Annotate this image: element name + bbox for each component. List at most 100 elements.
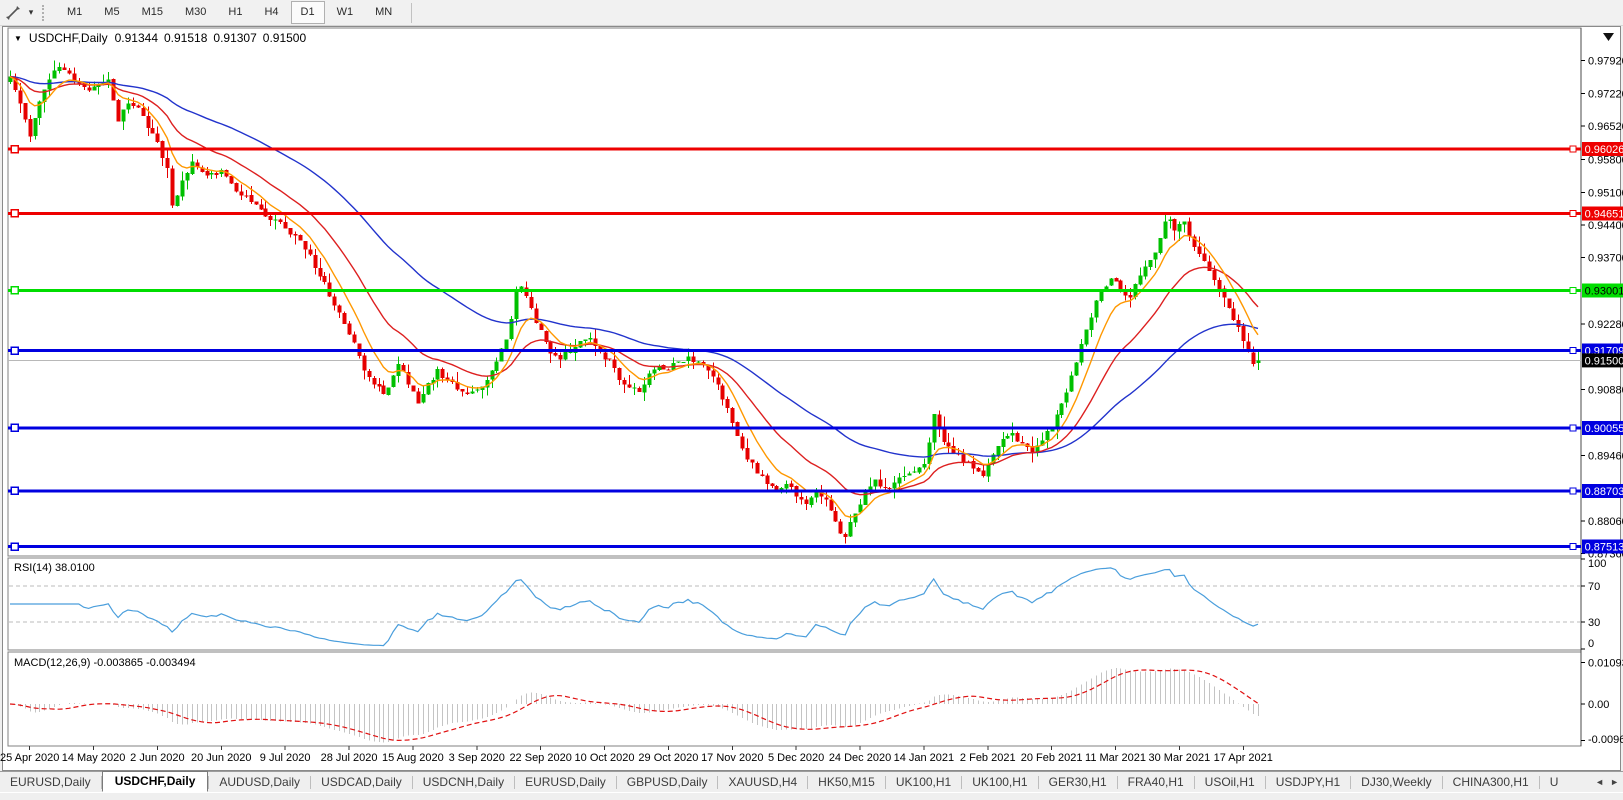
timeframe-button-mn[interactable]: MN <box>365 1 402 24</box>
rsi-tick-label: 100 <box>1588 558 1606 570</box>
symbol-tab-eurusd-daily[interactable]: EURUSD,Daily <box>515 773 616 792</box>
date-tick-label: 10 Oct 2020 <box>575 752 635 764</box>
tab-scroll-left-icon[interactable]: ◄ <box>1595 777 1604 787</box>
price-tick-label: 0.96520 <box>1588 121 1623 133</box>
date-tick-label: 20 Jun 2020 <box>191 752 252 764</box>
symbol-tab-hk50-m15[interactable]: HK50,M15 <box>808 773 885 792</box>
symbol-tab-audusd-daily[interactable]: AUDUSD,Daily <box>209 773 310 792</box>
level-anchor-left[interactable] <box>11 287 18 294</box>
date-tick-label: 25 Apr 2020 <box>0 752 59 764</box>
symbol-tab-bar: EURUSD,DailyUSDCHF,DailyAUDUSD,DailyUSDC… <box>0 771 1623 792</box>
macd-tick-label: -0.009653 <box>1588 734 1623 746</box>
level-anchor-right[interactable] <box>1570 544 1576 550</box>
price-tick-label: 0.97220 <box>1588 88 1623 100</box>
date-tick-label: 28 Jul 2020 <box>321 752 378 764</box>
tab-scroll-controls: ◄► <box>1595 777 1623 787</box>
price-chart-canvas[interactable]: 0.97920 0.97220 0.96520 0.95800 0.95100 0.944… <box>0 26 1623 771</box>
timeframe-button-h4[interactable]: H4 <box>254 1 288 24</box>
price-tick-label: 0.93700 <box>1588 253 1623 265</box>
symbol-tab-xauusd-h4[interactable]: XAUUSD,H4 <box>718 773 807 792</box>
timeframe-button-m5[interactable]: M5 <box>94 1 129 24</box>
tool-dropdown-icon[interactable]: ▾ <box>24 7 38 18</box>
rsi-tick-label: 0 <box>1588 638 1594 650</box>
symbol-tab-eurusd-daily[interactable]: EURUSD,Daily <box>0 773 101 792</box>
date-axis[interactable]: 25 Apr 202014 May 2020 2 Jun 2020 20 Jun 2… <box>0 746 1273 764</box>
symbol-tab-usdcnh-daily[interactable]: USDCNH,Daily <box>413 773 514 792</box>
level-anchor-left[interactable] <box>11 543 18 550</box>
date-tick-label: 14 May 2020 <box>62 752 126 764</box>
level-anchor-left[interactable] <box>11 210 18 217</box>
timeframe-button-m1[interactable]: M1 <box>57 1 92 24</box>
level-price-label: 0.94651 <box>1585 208 1623 220</box>
symbol-tab-dj30-weekly[interactable]: DJ30,Weekly <box>1351 773 1441 792</box>
tab-scroll-right-icon[interactable]: ► <box>1610 777 1619 787</box>
macd-tick-label: 0.00 <box>1588 699 1609 711</box>
symbol-tab-china300-h1[interactable]: CHINA300,H1 <box>1443 773 1539 792</box>
date-tick-label: 17 Apr 2021 <box>1214 752 1273 764</box>
symbol-tab-fra40-h1[interactable]: FRA40,H1 <box>1118 773 1194 792</box>
timeframe-button-d1[interactable]: D1 <box>291 1 325 24</box>
price-tick-label: 0.88060 <box>1588 516 1623 528</box>
date-tick-label: 20 Feb 2021 <box>1021 752 1083 764</box>
level-price-label: 0.90055 <box>1585 423 1623 435</box>
toolbar-separator <box>411 3 412 23</box>
symbol-tab-usdcad-daily[interactable]: USDCAD,Daily <box>311 773 412 792</box>
level-price-label: 0.96026 <box>1585 144 1623 156</box>
level-anchor-right[interactable] <box>1570 146 1576 152</box>
symbol-tab-uk100-h1[interactable]: UK100,H1 <box>886 773 961 792</box>
price-tick-label: 0.92280 <box>1588 319 1623 331</box>
rsi-tick-label: 70 <box>1588 581 1600 593</box>
date-tick-label: 24 Dec 2020 <box>829 752 891 764</box>
price-tick-label: 0.90880 <box>1588 384 1623 396</box>
date-tick-label: 2 Feb 2021 <box>960 752 1016 764</box>
date-tick-label: 14 Jan 2021 <box>894 752 955 764</box>
level-anchor-left[interactable] <box>11 424 18 431</box>
date-tick-label: 15 Aug 2020 <box>382 752 444 764</box>
date-tick-label: 9 Jul 2020 <box>260 752 311 764</box>
level-anchor-right[interactable] <box>1570 210 1576 216</box>
price-tick-label: 0.97920 <box>1588 56 1623 68</box>
date-tick-label: 29 Oct 2020 <box>638 752 698 764</box>
price-tick-label: 0.95800 <box>1588 155 1623 167</box>
timeframe-button-m15[interactable]: M15 <box>132 1 173 24</box>
timeframe-bar: M1M5M15M30H1H4D1W1MN <box>56 0 403 26</box>
level-anchor-right[interactable] <box>1570 348 1576 354</box>
panel-frames <box>8 28 1581 746</box>
symbol-tab-usdjpy-h1[interactable]: USDJPY,H1 <box>1266 773 1350 792</box>
date-tick-label: 5 Dec 2020 <box>768 752 824 764</box>
toolbar-grip[interactable] <box>42 5 50 21</box>
macd-tick-label: 0.010933 <box>1588 657 1623 669</box>
symbol-tab-u[interactable]: U <box>1540 773 1569 792</box>
symbol-tab-uk100-h1[interactable]: UK100,H1 <box>962 773 1037 792</box>
rsi-tick-label: 30 <box>1588 617 1600 629</box>
level-anchor-right[interactable] <box>1570 425 1576 431</box>
symbol-tab-ger30-h1[interactable]: GER30,H1 <box>1039 773 1117 792</box>
status-strip <box>0 792 1623 800</box>
timeframe-button-w1[interactable]: W1 <box>327 1 364 24</box>
symbol-tab-usoil-h1[interactable]: USOil,H1 <box>1195 773 1265 792</box>
symbol-tab-gbpusd-daily[interactable]: GBPUSD,Daily <box>617 773 718 792</box>
top-toolbar: ▾ M1M5M15M30H1H4D1W1MN <box>0 0 1623 26</box>
timeframe-button-h1[interactable]: H1 <box>218 1 252 24</box>
level-price-label: 0.88703 <box>1585 486 1623 498</box>
current-price-label: 0.91500 <box>1585 355 1623 367</box>
date-tick-label: 17 Nov 2020 <box>701 752 763 764</box>
level-price-label: 0.93001 <box>1585 285 1623 297</box>
price-tick-label: 0.95100 <box>1588 187 1623 199</box>
date-tick-label: 3 Sep 2020 <box>449 752 505 764</box>
price-tick-label: 0.94400 <box>1588 220 1623 232</box>
date-tick-label: 2 Jun 2020 <box>130 752 184 764</box>
date-tick-label: 11 Mar 2021 <box>1085 752 1146 764</box>
level-anchor-right[interactable] <box>1570 488 1576 494</box>
price-tick-label: 0.89460 <box>1588 451 1623 463</box>
level-anchor-left[interactable] <box>11 146 18 153</box>
date-tick-label: 30 Mar 2021 <box>1149 752 1211 764</box>
timeframe-button-m30[interactable]: M30 <box>175 1 216 24</box>
cursor-tool-icon[interactable] <box>2 4 24 22</box>
scale-menu-arrow-icon[interactable] <box>1603 33 1614 41</box>
level-anchor-left[interactable] <box>11 347 18 354</box>
symbol-tab-usdchf-daily[interactable]: USDCHF,Daily <box>102 771 209 792</box>
level-anchor-left[interactable] <box>11 487 18 494</box>
level-anchor-right[interactable] <box>1570 287 1576 293</box>
date-tick-label: 22 Sep 2020 <box>509 752 571 764</box>
